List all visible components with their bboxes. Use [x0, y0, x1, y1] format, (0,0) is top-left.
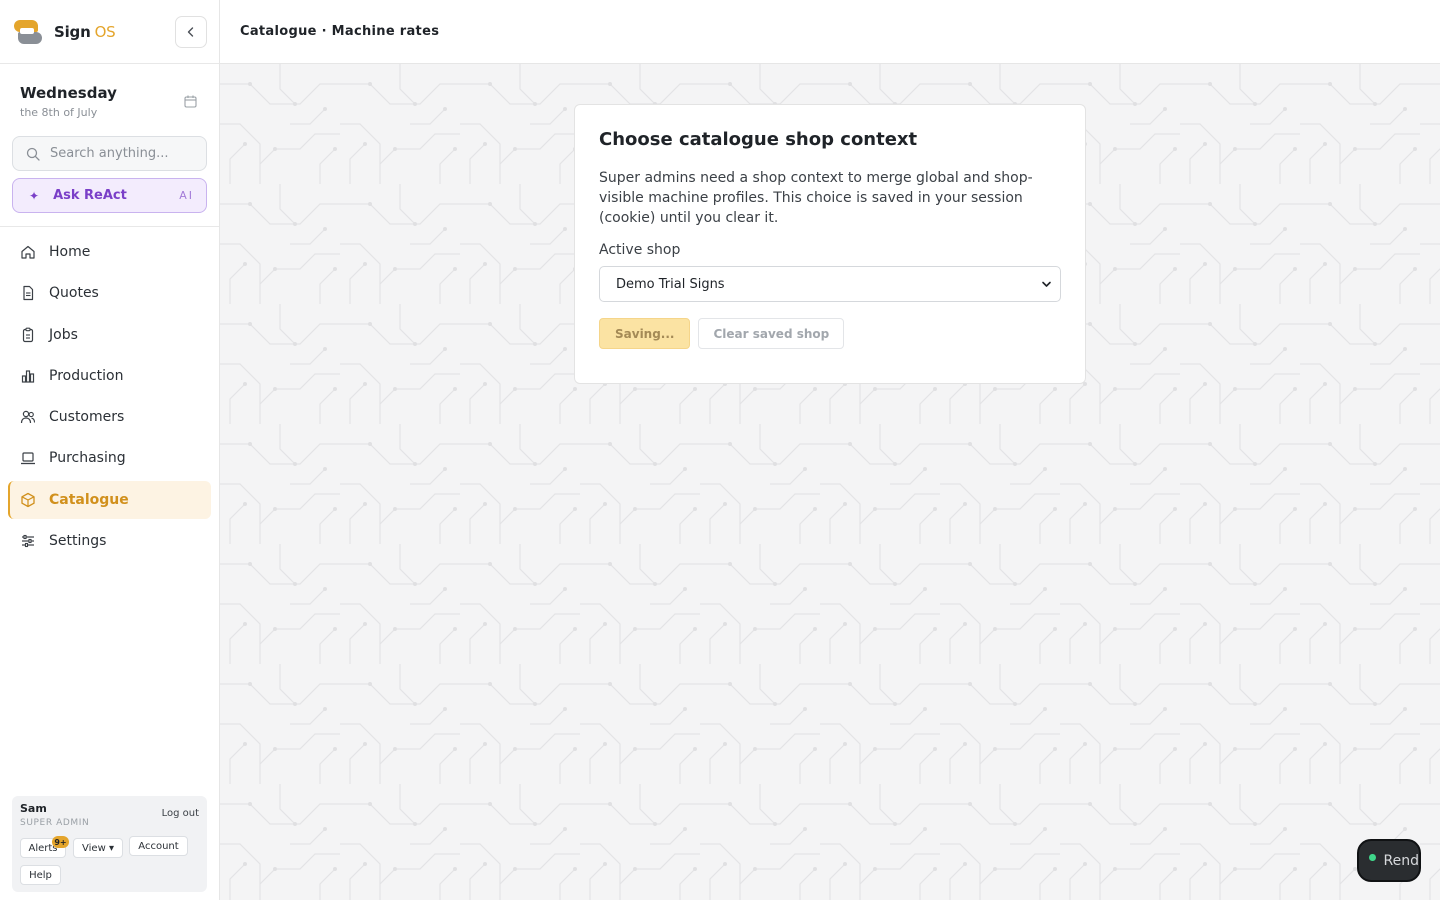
nav-label: Quotes: [49, 285, 99, 302]
alerts-badge: 9+: [52, 836, 69, 848]
nav-item-settings[interactable]: Settings: [8, 522, 211, 560]
dialog-title: Choose catalogue shop context: [599, 129, 918, 150]
top-bar: Catalogue · Machine rates: [220, 0, 1440, 64]
help-button[interactable]: Help: [20, 865, 61, 885]
chevron-down-icon: [1042, 281, 1051, 287]
nav-label: Home: [49, 244, 91, 260]
brand-row: Sign OS: [0, 0, 219, 64]
active-shop-select[interactable]: Demo Trial Signs: [599, 266, 1061, 302]
date-day: Wednesday: [20, 84, 117, 102]
main-content: Choose catalogue shop context Super admi…: [220, 64, 1440, 900]
nav-item-home[interactable]: Home: [8, 233, 211, 271]
nav-item-customers[interactable]: Customers: [8, 398, 211, 436]
clipboard-icon: [22, 327, 34, 342]
render-status-label: Rend: [1383, 852, 1419, 869]
search-icon: [26, 147, 40, 161]
user-role: SUPER ADMIN: [20, 818, 90, 828]
nav-item-catalogue[interactable]: Catalogue: [8, 480, 211, 519]
nav-item-production[interactable]: Production: [8, 357, 211, 395]
nav-item-quotes[interactable]: Quotes: [8, 274, 211, 312]
nav-label: Settings: [49, 533, 107, 550]
ai-tag: AI: [179, 189, 194, 202]
dialog-actions: Saving... Clear saved shop: [599, 318, 1061, 349]
date-block: Wednesday the 8th of July: [0, 64, 219, 128]
sliders-icon: [22, 535, 34, 548]
page-title: Catalogue · Machine rates: [240, 24, 440, 39]
nav-label: Purchasing: [49, 450, 126, 467]
active-shop-label: Active shop: [599, 242, 681, 258]
status-dot-icon: [1369, 854, 1376, 861]
logo-icon: [14, 18, 42, 46]
search-input[interactable]: [50, 146, 200, 161]
user-card: Sam SUPER ADMIN Log out Alerts 9+ View ▾…: [12, 796, 207, 892]
brand-name: Sign OS: [54, 22, 116, 41]
view-dropdown[interactable]: View ▾: [73, 838, 123, 858]
calendar-icon[interactable]: [184, 95, 197, 108]
home-icon: [21, 245, 35, 259]
nav-label: Production: [49, 367, 124, 384]
nav-item-purchasing[interactable]: Purchasing: [8, 439, 211, 477]
nav-label: Jobs: [49, 326, 78, 343]
clear-saved-shop-button[interactable]: Clear saved shop: [698, 318, 845, 349]
logout-button[interactable]: Log out: [162, 808, 199, 819]
sidebar: SignOS Wednesday the 8th of July ✦ Ask R…: [0, 0, 220, 900]
box-icon: [21, 492, 35, 507]
nav-label: Catalogue: [49, 491, 129, 508]
divider: [0, 226, 219, 227]
selected-shop-value: Demo Trial Signs: [616, 276, 725, 292]
ask-react-button[interactable]: ✦ Ask ReAct AI: [12, 178, 207, 213]
saving-button[interactable]: Saving...: [599, 318, 691, 349]
date-subtitle: the 8th of July: [20, 106, 98, 119]
ask-react-label: Ask ReAct: [53, 188, 127, 203]
account-button[interactable]: Account: [129, 836, 188, 856]
nav-label: Customers: [49, 409, 125, 426]
laptop-icon: [21, 452, 35, 465]
render-status-pill[interactable]: Rend: [1357, 839, 1421, 882]
search-box[interactable]: [12, 136, 207, 171]
document-icon: [23, 286, 34, 301]
dialog-description: Super admins need a shop context to merg…: [599, 170, 1033, 226]
bar-chart-icon: [21, 370, 35, 383]
chevron-left-icon: [187, 26, 194, 37]
nav-item-jobs[interactable]: Jobs: [8, 316, 211, 354]
sparkle-icon: ✦: [29, 188, 40, 203]
shop-context-dialog: Choose catalogue shop context Super admi…: [574, 104, 1086, 384]
main-nav: Home Quotes Jobs Production Customers Pu…: [8, 233, 211, 563]
users-icon: [20, 410, 36, 424]
collapse-sidebar-button[interactable]: [175, 15, 207, 48]
